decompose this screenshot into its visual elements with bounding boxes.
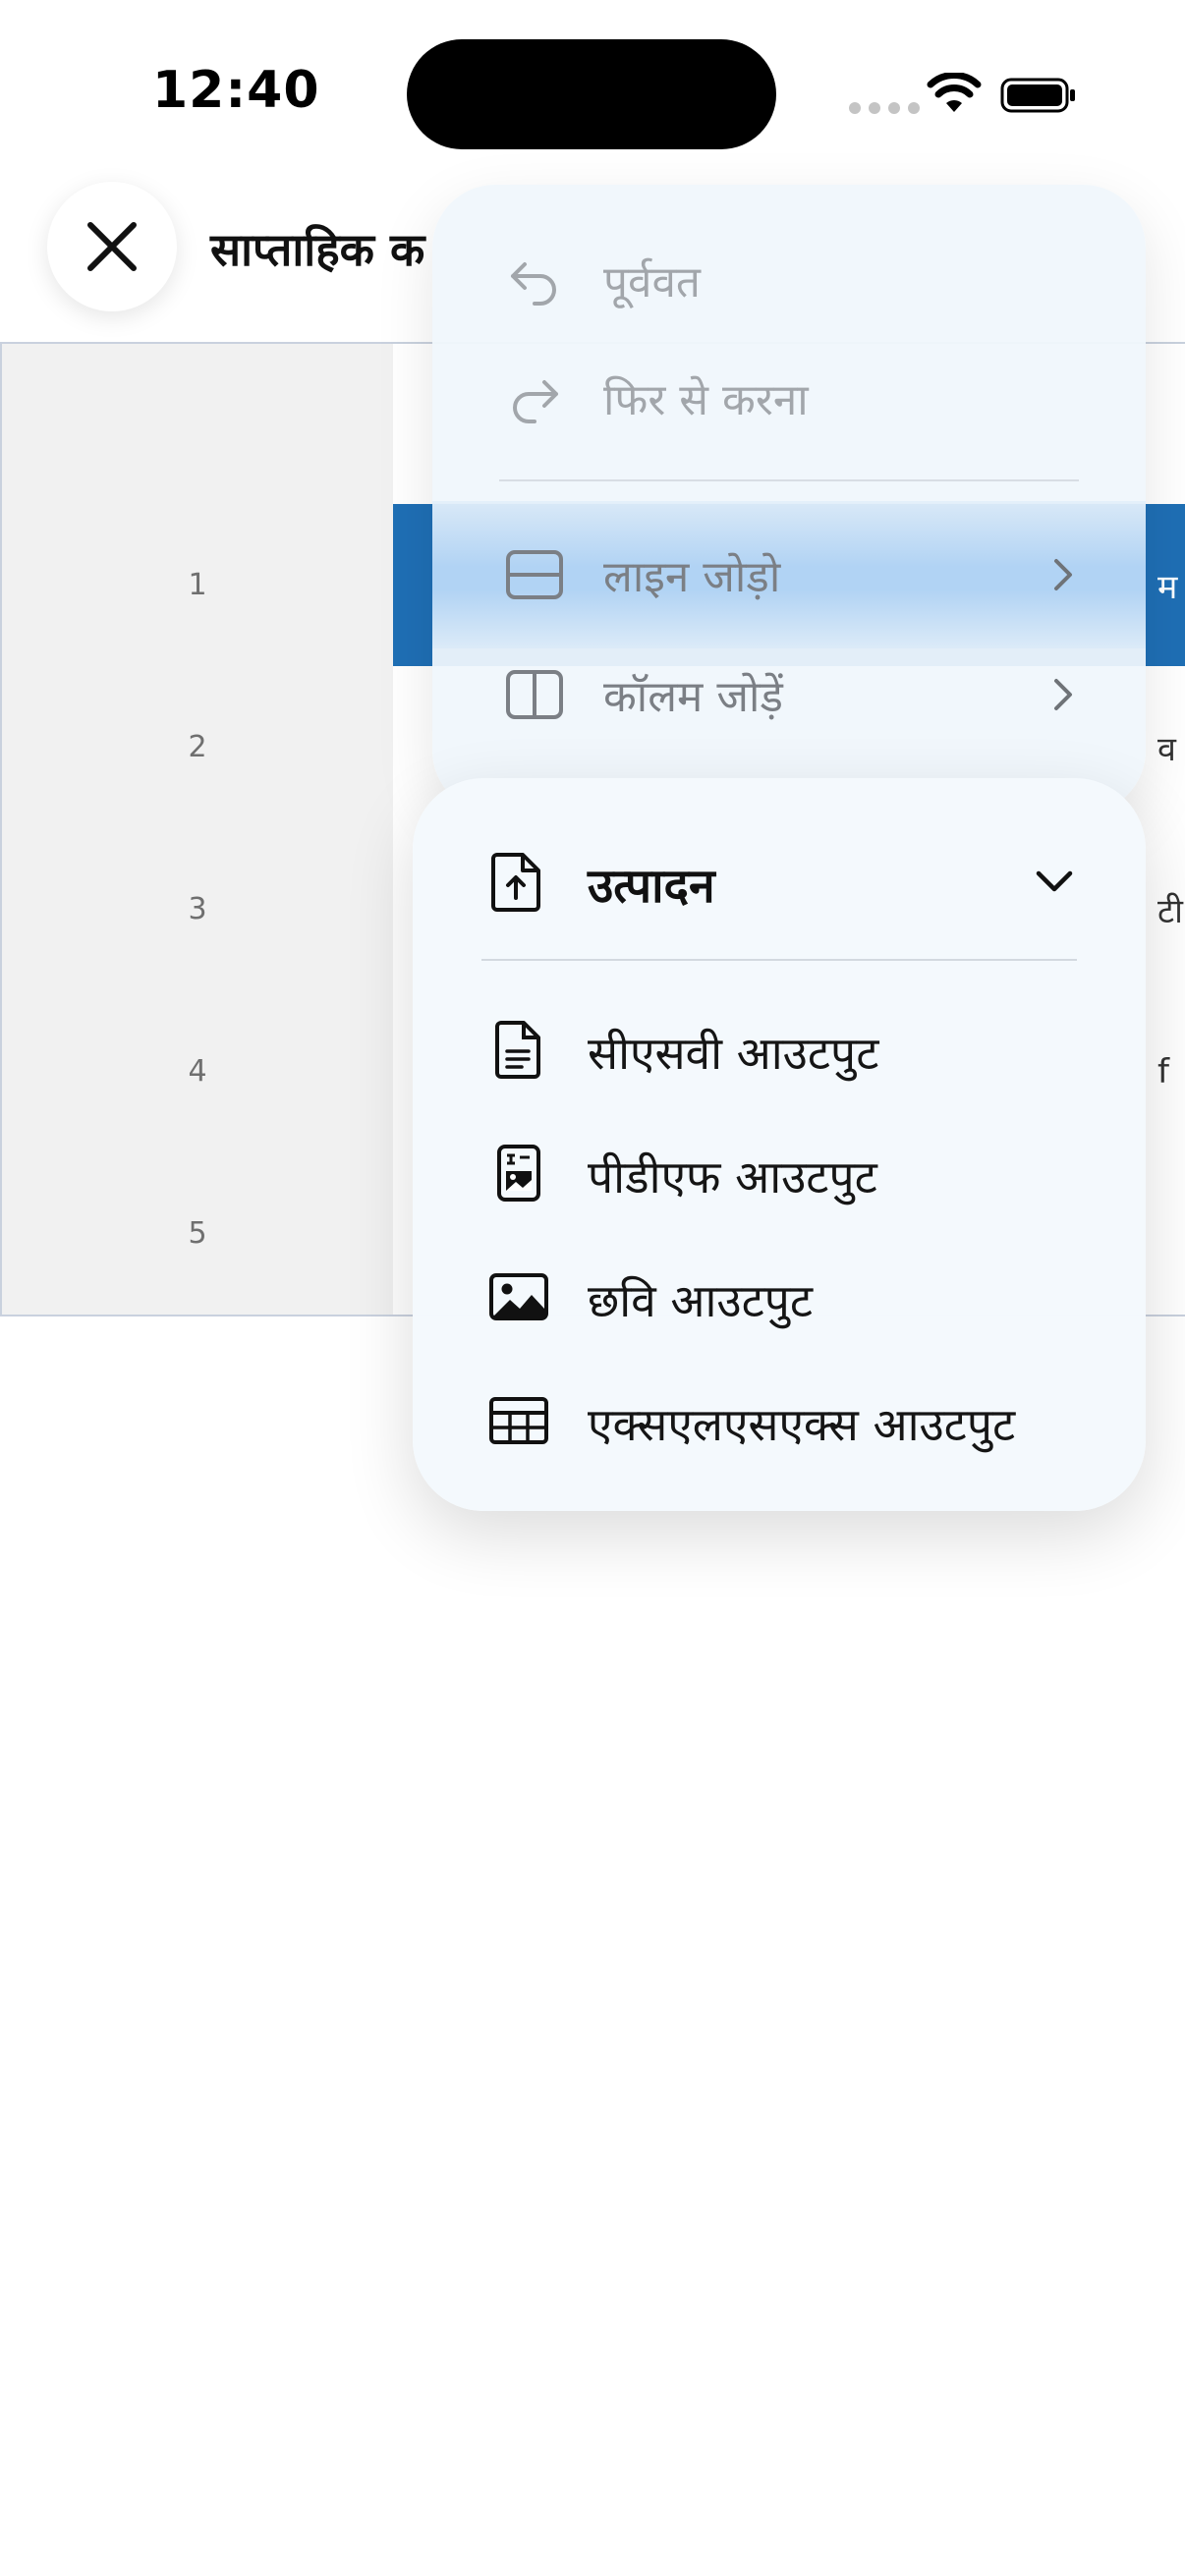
wifi-icon [927,73,982,112]
row-number[interactable]: 4 [0,990,395,1152]
menu-item-add-column[interactable]: कॉलम जोड़ें [432,641,1146,749]
row-number[interactable]: 5 [0,1152,395,1315]
menu-item-label: पीडीएफ आउटपुट [588,1150,877,1204]
add-column-icon [505,665,564,724]
cellular-signal-icon [849,102,920,114]
menu-item-undo[interactable]: पूर्ववत [432,226,1146,334]
pdf-file-icon [487,1142,550,1204]
close-icon [87,222,137,271]
context-menu: पूर्ववत फिर से करना लाइन जोड़ो कॉलम जोड़… [432,185,1146,813]
row-number[interactable]: 3 [0,828,395,990]
menu-item-label: फिर से करना [603,375,809,425]
status-time: 12:40 [152,61,320,120]
cell-text: व [1157,729,1176,769]
menu-item-xlsx-output[interactable]: एक्सएलएसएक्स आउटपुट [413,1368,1146,1476]
cell-text: म [1157,567,1178,607]
submenu-divider [481,959,1077,961]
corner-cell[interactable] [0,344,395,506]
menu-item-image-output[interactable]: छवि आउटपुट [413,1244,1146,1352]
menu-item-add-line[interactable]: लाइन जोड़ो [432,521,1146,629]
close-button[interactable] [47,182,177,311]
menu-item-label: छवि आउटपुट [588,1274,814,1327]
battery-icon [1000,78,1075,113]
menu-item-pdf-output[interactable]: पीडीएफ आउटपुट [413,1120,1146,1228]
cell-text [1157,1152,1185,1315]
menu-item-csv-output[interactable]: सीएसवी आउटपुट [413,996,1146,1104]
menu-divider [499,479,1079,481]
add-row-icon [505,545,564,604]
cell-text: टी [1157,891,1183,931]
menu-item-redo[interactable]: फिर से करना [432,344,1146,452]
export-submenu-title: उत्पादन [588,859,715,914]
menu-item-label: एक्सएलएसएक्स आउटपुट [588,1398,1016,1451]
dynamic-island [407,39,776,149]
menu-item-label: सीएसवी आउटपुट [588,1027,879,1080]
row-number[interactable]: 1 [0,504,395,666]
menu-item-label: लाइन जोड़ो [603,552,781,602]
chevron-right-icon [1054,559,1072,590]
redo-icon [505,368,564,427]
image-icon [487,1265,550,1328]
row-number[interactable]: 2 [0,666,395,828]
menu-item-label: पूर्ववत [603,257,701,308]
table-icon [487,1389,550,1452]
chevron-down-icon [1036,870,1073,892]
undo-icon [505,251,564,309]
export-submenu-header[interactable]: उत्पादन [413,827,1146,935]
chevron-right-icon [1054,679,1072,710]
cell-text: f [1157,1051,1169,1092]
export-submenu: उत्पादन सीएसवी आउटपुट पीडीएफ आउटपुट छवि … [413,778,1146,1511]
menu-item-label: कॉलम जोड़ें [603,672,783,722]
csv-file-icon [487,1018,550,1081]
document-title: साप्ताहिक क [210,223,425,276]
file-export-icon [491,853,540,912]
